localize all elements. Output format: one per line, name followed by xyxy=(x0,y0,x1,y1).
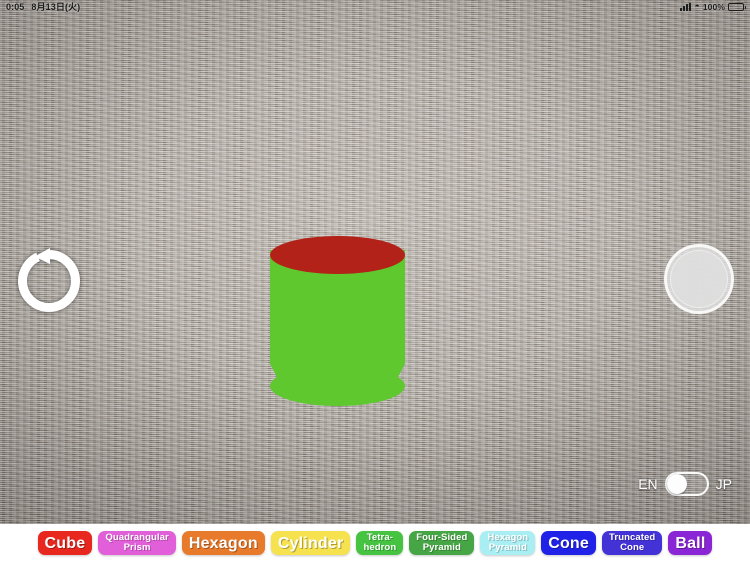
capture-button-inner xyxy=(670,250,728,308)
language-label-en: EN xyxy=(638,476,658,492)
wifi-icon: ◓ xyxy=(694,1,700,11)
shape-button-quadrangular-prism[interactable]: Quadrangular Prism xyxy=(98,531,176,555)
cellular-signal-icon xyxy=(680,2,692,11)
shape-button-four-sided-pyramid[interactable]: Four-Sided Pyramid xyxy=(409,531,475,555)
cylinder-top-face xyxy=(270,236,405,274)
app-root: 0:05 8月13日(火) ◓ 100% EN JP Cube Quadrang… xyxy=(0,0,750,562)
shape-button-tetra--hedron[interactable]: Tetra- hedron xyxy=(356,531,404,555)
reset-button[interactable] xyxy=(12,244,86,318)
battery-full-icon xyxy=(728,2,746,11)
rotate-counterclockwise-icon xyxy=(17,248,80,312)
language-switch[interactable] xyxy=(664,472,709,496)
shape-button-hexagon[interactable]: Hexagon xyxy=(181,531,265,555)
language-switch-knob xyxy=(666,474,687,494)
status-time: 0:05 xyxy=(6,1,25,12)
shape-toolbar: Cube Quadrangular Prism Hexagon Cylinder Tet… xyxy=(0,524,750,562)
status-date: 8月13日(火) xyxy=(31,2,81,12)
battery-percent: 100% xyxy=(702,1,725,12)
status-bar-right: ◓ 100% xyxy=(680,1,746,12)
shape-button-cone[interactable]: Cone xyxy=(541,531,597,555)
status-bar: 0:05 8月13日(火) ◓ 100% xyxy=(0,0,750,13)
shape-button-hexagon-pyramid[interactable]: Hexagon Pyramid xyxy=(480,531,536,555)
shape-button-truncated-cone[interactable]: Truncated Cone xyxy=(602,531,663,555)
shape-button-ball[interactable]: Ball xyxy=(668,531,713,555)
shape-button-cylinder[interactable]: Cylinder xyxy=(270,531,351,555)
ar-shape-cylinder[interactable] xyxy=(270,236,405,406)
shape-button-cube[interactable]: Cube xyxy=(37,531,93,555)
language-label-jp: JP xyxy=(715,476,732,492)
language-toggle[interactable]: EN JP xyxy=(638,471,732,497)
capture-button[interactable] xyxy=(664,244,734,314)
status-bar-left: 0:05 8月13日(火) xyxy=(6,0,80,13)
